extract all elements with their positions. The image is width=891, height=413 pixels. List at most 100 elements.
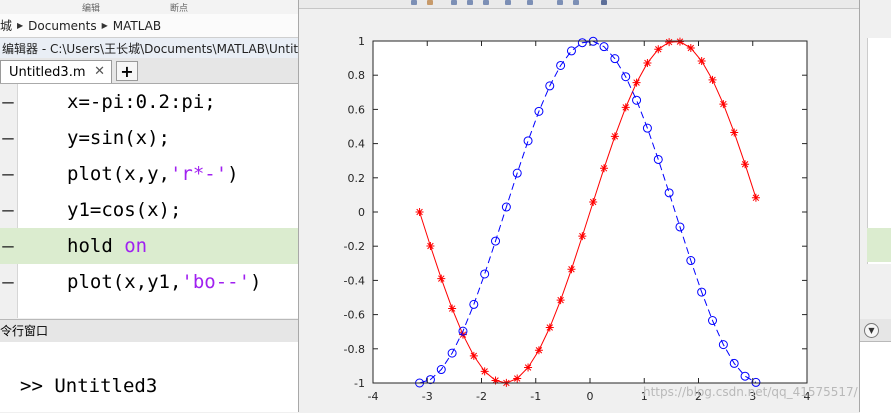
data-point-star xyxy=(437,274,446,283)
data-point-star xyxy=(545,323,554,332)
data-point-star xyxy=(708,75,717,84)
watermark: https://blog.csdn.net/qq_41575517/ xyxy=(643,385,858,399)
current-line-edge xyxy=(867,228,891,262)
y-tick-label: 0.6 xyxy=(348,103,366,116)
breadcrumb-arrow-icon: ▶ xyxy=(101,21,108,30)
current-folder-breadcrumb: 城 ▶ Documents ▶ MATLAB xyxy=(0,14,300,38)
data-point-star xyxy=(556,296,565,305)
code-line-current[interactable]: — hold on xyxy=(0,228,300,264)
data-point-star xyxy=(665,38,674,47)
new-tab-button[interactable]: + xyxy=(116,61,138,81)
x-tick-label: -4 xyxy=(368,390,379,403)
code-text: plot(x,y1,'bo--') xyxy=(67,264,261,300)
editor-title-bar: 编辑器 - C:\Users\王长城\Documents\MATLAB\Unti… xyxy=(0,38,300,59)
line-marker: — xyxy=(2,235,14,257)
y-tick-label: 0.8 xyxy=(348,69,366,82)
y-tick-label: 1 xyxy=(358,35,365,48)
code-line[interactable]: — plot(x,y,'r*-') xyxy=(0,156,300,192)
data-point-star xyxy=(589,198,598,207)
line-marker: — xyxy=(2,271,14,293)
code-text: plot(x,y,'r*-') xyxy=(67,156,239,192)
toolbar-icon[interactable] xyxy=(411,0,417,5)
data-point-star xyxy=(524,363,533,372)
toolbar-icon[interactable] xyxy=(467,0,473,5)
data-point-star xyxy=(686,44,695,53)
data-point-star xyxy=(567,265,576,274)
desktop-right-edge: ▼ xyxy=(860,0,891,413)
line-marker: — xyxy=(2,163,14,185)
data-point-star xyxy=(719,100,728,109)
toolbar-icon[interactable] xyxy=(483,0,489,5)
data-point-star xyxy=(426,241,435,250)
data-point-star xyxy=(741,160,750,169)
code-plain: ) xyxy=(227,163,239,185)
code-plain: plot(x,y, xyxy=(67,163,170,185)
toolbar-icon[interactable] xyxy=(527,0,533,5)
data-point-star xyxy=(469,351,478,360)
toolbar-icon[interactable] xyxy=(451,0,457,5)
toolstrip-breakpoint-label[interactable]: 断点 xyxy=(170,1,188,14)
x-tick-label: -3 xyxy=(422,390,433,403)
data-point-star xyxy=(632,78,641,87)
data-point-star xyxy=(513,374,522,383)
data-point-star xyxy=(621,103,630,112)
data-point-star xyxy=(480,367,489,376)
breadcrumb-segment[interactable]: 城 xyxy=(0,17,12,34)
editor-tab-bar: Untitled3.m ✕ + xyxy=(0,58,300,84)
toolbar-icon[interactable] xyxy=(601,0,607,5)
y-tick-label: 0 xyxy=(358,206,365,219)
code-line[interactable]: — y=sin(x); xyxy=(0,120,300,156)
code-text: y=sin(x); xyxy=(67,127,170,149)
code-editor[interactable]: — x=-pi:0.2:pi; — y=sin(x); — plot(x,y,'… xyxy=(0,84,300,318)
y-tick-label: -0.4 xyxy=(344,274,365,287)
figure-window: -4 -3 -2 -1 0 1 2 3 4 1 0.8 0.6 0.4 0.2 0 -0.2 -0.4 -0.6-… xyxy=(298,0,860,412)
x-tick-label: -1 xyxy=(530,390,541,403)
y-tick-label: -1 xyxy=(354,377,365,390)
toolbar-icon[interactable] xyxy=(573,0,579,5)
line-marker: — xyxy=(2,127,14,149)
data-point-star xyxy=(610,132,619,141)
breadcrumb-segment[interactable]: Documents xyxy=(28,19,96,33)
code-line[interactable]: — x=-pi:0.2:pi; xyxy=(0,84,300,120)
tab-label: Untitled3.m xyxy=(9,64,86,80)
editor-title: 编辑器 - C:\Users\王长城\Documents\MATLAB\Unti… xyxy=(2,41,300,56)
toolstrip: 编辑 断点 xyxy=(0,0,300,15)
data-point-star xyxy=(643,58,652,67)
code-text: hold on xyxy=(67,228,147,264)
command-window[interactable]: >> Untitled3 xyxy=(0,342,300,412)
y-tick-label: -0.6 xyxy=(344,309,365,322)
breadcrumb-segment[interactable]: MATLAB xyxy=(113,19,161,33)
command-window-bar-edge: ▼ xyxy=(860,319,891,342)
code-plain: ) xyxy=(250,271,262,293)
code-plain: hold xyxy=(67,235,125,257)
toolbar-icon[interactable] xyxy=(505,0,511,5)
plot-area[interactable]: -4 -3 -2 -1 0 1 2 3 410.80.60.40.20-0.2-0.4-0.6-… xyxy=(299,9,859,412)
data-point-star xyxy=(654,45,663,54)
command-window-title-bar: 令行窗口 xyxy=(0,319,300,343)
figure-toolbar xyxy=(299,0,859,9)
chevron-down-icon[interactable]: ▼ xyxy=(864,323,879,338)
y-tick-label: -0.8 xyxy=(344,343,365,356)
data-point-star xyxy=(415,208,424,216)
line-marker: — xyxy=(2,91,14,113)
close-icon[interactable]: ✕ xyxy=(94,64,105,79)
data-point-star xyxy=(448,304,457,313)
x-tick-label: 0 xyxy=(587,390,594,403)
toolbar-icon[interactable] xyxy=(427,0,433,5)
code-string: 'r*-' xyxy=(169,163,228,185)
tab-untitled3[interactable]: Untitled3.m ✕ xyxy=(0,60,112,83)
data-point-star xyxy=(697,57,706,66)
data-point-star xyxy=(578,232,587,241)
toolbar-icon[interactable] xyxy=(557,0,563,5)
code-line[interactable]: — plot(x,y1,'bo--') xyxy=(0,264,300,300)
code-string: 'bo--' xyxy=(181,271,251,293)
data-point-star xyxy=(675,37,684,46)
y-tick-label: 0.4 xyxy=(348,138,366,151)
data-point-star xyxy=(751,193,760,202)
x-tick-label: -2 xyxy=(476,390,487,403)
toolstrip-edit-label[interactable]: 编辑 xyxy=(82,1,100,14)
code-line[interactable]: — y1=cos(x); xyxy=(0,192,300,228)
breadcrumb-arrow-icon: ▶ xyxy=(17,21,24,30)
code-plain: plot(x,y1, xyxy=(67,271,182,293)
line-marker: — xyxy=(2,199,14,221)
